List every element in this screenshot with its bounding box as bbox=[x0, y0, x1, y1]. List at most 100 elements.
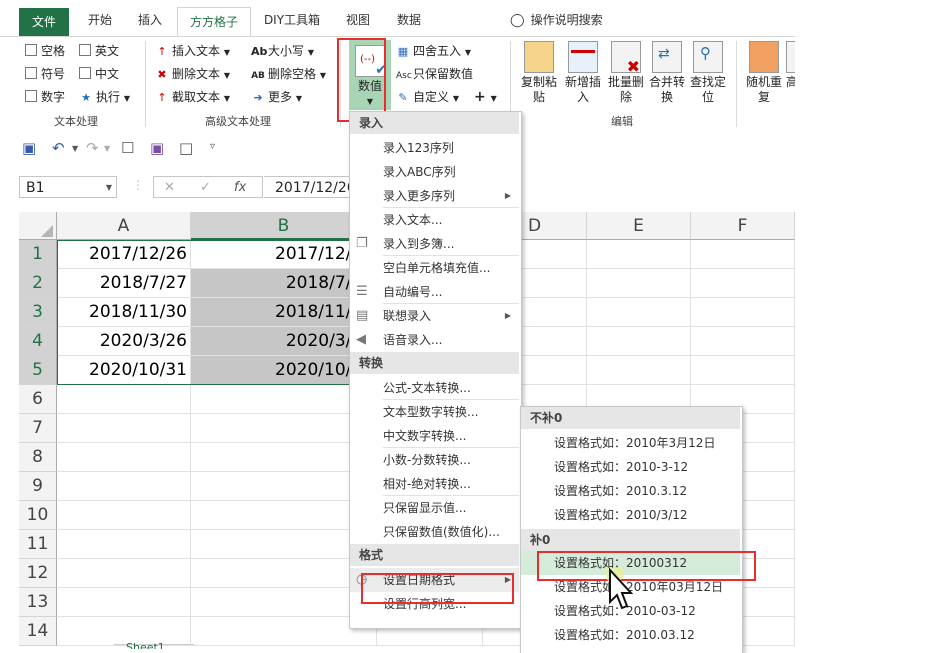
cell[interactable] bbox=[57, 530, 191, 559]
menu-item-row-height[interactable]: 设置行高列宽... bbox=[350, 592, 519, 616]
menu-item-text-number[interactable]: 文本型数字转换... bbox=[350, 400, 519, 424]
row-header-12[interactable]: 12 bbox=[19, 559, 57, 588]
form-icon[interactable]: ▣ bbox=[150, 139, 164, 157]
cell[interactable] bbox=[57, 588, 191, 617]
submenu-item-pad-3[interactable]: 设置格式如：2010.03.12 bbox=[521, 623, 740, 647]
keep-value-button[interactable]: Asc只保留数值 bbox=[396, 64, 473, 84]
column-header-f[interactable]: F bbox=[691, 212, 795, 240]
row-header-13[interactable]: 13 bbox=[19, 588, 57, 617]
submenu-item-nopad-3[interactable]: 设置格式如：2010/3/12 bbox=[521, 503, 740, 527]
name-box[interactable]: B1 ▼ bbox=[19, 176, 117, 198]
cell[interactable]: 2020/3/26 bbox=[57, 327, 191, 356]
cell[interactable] bbox=[587, 327, 691, 356]
menu-item-more-seq[interactable]: 录入更多序列 ▶ bbox=[350, 184, 519, 208]
cell[interactable] bbox=[57, 472, 191, 501]
menu-item-date-format[interactable]: 设置日期格式 ◷ ▶ bbox=[350, 568, 519, 592]
insert-text-button[interactable]: ↑ 插入文本 ▼ bbox=[155, 41, 230, 61]
check-number[interactable]: 数字 bbox=[25, 87, 65, 107]
random-repeat-button[interactable]: 随机重复 bbox=[743, 41, 785, 105]
select-all-corner[interactable] bbox=[19, 212, 57, 240]
cell[interactable] bbox=[587, 240, 691, 269]
delete-text-button[interactable]: ✖ 删除文本 ▼ bbox=[155, 64, 230, 84]
tab-view[interactable]: 视图 bbox=[334, 6, 382, 34]
submenu-item-nopad-1[interactable]: 设置格式如：2010-3-12 bbox=[521, 455, 740, 479]
menu-item-formula-text[interactable]: 公式-文本转换... bbox=[350, 376, 519, 400]
check-symbol[interactable]: 符号 bbox=[25, 64, 65, 84]
menu-item-auto-number[interactable]: 自动编号... ☰ bbox=[350, 280, 519, 304]
cell[interactable] bbox=[691, 269, 795, 298]
find-locate-button[interactable]: ⚲ 查找定位 bbox=[687, 41, 729, 105]
row-header-1[interactable]: 1 bbox=[19, 240, 57, 269]
menu-item-seq-123[interactable]: 录入123序列 bbox=[350, 136, 519, 160]
new-file-icon[interactable]: □ bbox=[179, 139, 193, 157]
row-header-8[interactable]: 8 bbox=[19, 443, 57, 472]
more-button[interactable]: ➜ 更多 ▼ bbox=[251, 87, 302, 107]
menu-item-fill-blank[interactable]: 空白单元格填充值... bbox=[350, 256, 519, 280]
enter-icon[interactable]: ✓ bbox=[200, 177, 211, 199]
run-button[interactable]: ★ 执行 ▼ bbox=[79, 87, 130, 107]
cell[interactable] bbox=[57, 414, 191, 443]
row-header-3[interactable]: 3 bbox=[19, 298, 57, 327]
submenu-item-nopad-0[interactable]: 设置格式如：2010年3月12日 bbox=[521, 431, 740, 455]
menu-item-keep-display[interactable]: 只保留显示值... bbox=[350, 496, 519, 520]
cell[interactable] bbox=[57, 443, 191, 472]
column-header-a[interactable]: A bbox=[57, 212, 191, 240]
customize-qat-icon[interactable]: ▿ bbox=[210, 141, 215, 152]
row-header-10[interactable]: 10 bbox=[19, 501, 57, 530]
round-button[interactable]: ▦ 四舍五入 ▼ bbox=[396, 41, 471, 61]
cell[interactable] bbox=[587, 269, 691, 298]
number-value-button[interactable]: (--) ✔ 数值 ▼ bbox=[349, 40, 391, 110]
cell[interactable] bbox=[57, 501, 191, 530]
row-header-5[interactable]: 5 bbox=[19, 356, 57, 385]
merge-convert-button[interactable]: ⇄ 合并转换 bbox=[646, 41, 688, 105]
cell[interactable] bbox=[57, 617, 191, 646]
row-header-9[interactable]: 9 bbox=[19, 472, 57, 501]
batch-delete-button[interactable]: ✖ 批量删除 bbox=[605, 41, 647, 105]
menu-item-decimal-fraction[interactable]: 小数-分数转换... bbox=[350, 448, 519, 472]
tab-home[interactable]: 开始 bbox=[76, 6, 124, 34]
row-header-6[interactable]: 6 bbox=[19, 385, 57, 414]
cell[interactable]: 2018/7/27 bbox=[57, 269, 191, 298]
tell-me-search[interactable]: ◯ 操作说明搜索 bbox=[510, 6, 620, 34]
custom-button[interactable]: ✎ 自定义 ▼ bbox=[396, 87, 459, 107]
row-header-14[interactable]: 14 bbox=[19, 617, 57, 646]
check-english[interactable]: 英文 bbox=[79, 41, 119, 61]
plus-button[interactable]: + ▼ bbox=[474, 87, 497, 107]
menu-item-voice[interactable]: 语音录入... ◀ bbox=[350, 328, 519, 352]
menu-item-input-text[interactable]: 录入文本... bbox=[350, 208, 519, 232]
drag-handle-icon[interactable]: ⋮ bbox=[132, 178, 144, 192]
tab-data[interactable]: 数据 bbox=[385, 6, 433, 34]
cell[interactable]: 2020/10/31 bbox=[57, 356, 191, 385]
menu-item-associative[interactable]: 联想录入 ▤ ▶ bbox=[350, 304, 519, 328]
cell[interactable] bbox=[691, 327, 795, 356]
extract-text-button[interactable]: ↑ 截取文本 ▼ bbox=[155, 87, 230, 107]
menu-item-keep-numeric[interactable]: 只保留数值(数值化)... bbox=[350, 520, 519, 544]
sheet-tab[interactable]: Sheet1 bbox=[126, 641, 165, 649]
insert-function-icon[interactable]: fx bbox=[234, 177, 246, 199]
cell[interactable] bbox=[587, 298, 691, 327]
tab-fangfang[interactable]: 方方格子 bbox=[177, 7, 251, 38]
dropdown-arrow-icon[interactable]: ▼ bbox=[72, 144, 78, 153]
dropdown-arrow-icon[interactable]: ▼ bbox=[104, 144, 110, 153]
tab-insert[interactable]: 插入 bbox=[126, 6, 174, 34]
check-space[interactable]: 空格 bbox=[25, 41, 65, 61]
cancel-icon[interactable]: ✕ bbox=[164, 177, 175, 199]
copy-paste-button[interactable]: 复制粘贴 bbox=[517, 41, 561, 105]
save-icon[interactable]: ▣ bbox=[22, 139, 36, 157]
menu-item-rel-abs[interactable]: 相对-绝对转换... bbox=[350, 472, 519, 496]
redo-icon[interactable]: ↷ bbox=[86, 139, 99, 157]
cell[interactable] bbox=[57, 385, 191, 414]
cell[interactable]: 2018/11/30 bbox=[57, 298, 191, 327]
row-header-11[interactable]: 11 bbox=[19, 530, 57, 559]
cell[interactable] bbox=[691, 356, 795, 385]
print-preview-icon[interactable]: ☐ bbox=[121, 139, 134, 157]
check-chinese[interactable]: 中文 bbox=[79, 64, 119, 84]
submenu-item-nopad-2[interactable]: 设置格式如：2010.3.12 bbox=[521, 479, 740, 503]
cell[interactable] bbox=[587, 356, 691, 385]
cell[interactable] bbox=[691, 240, 795, 269]
row-header-4[interactable]: 4 bbox=[19, 327, 57, 356]
new-insert-button[interactable]: 新增插入 bbox=[561, 41, 605, 105]
case-button[interactable]: Ab大小写 ▼ bbox=[251, 41, 314, 61]
cell[interactable] bbox=[691, 298, 795, 327]
cell[interactable]: 2017/12/26 bbox=[57, 240, 191, 269]
